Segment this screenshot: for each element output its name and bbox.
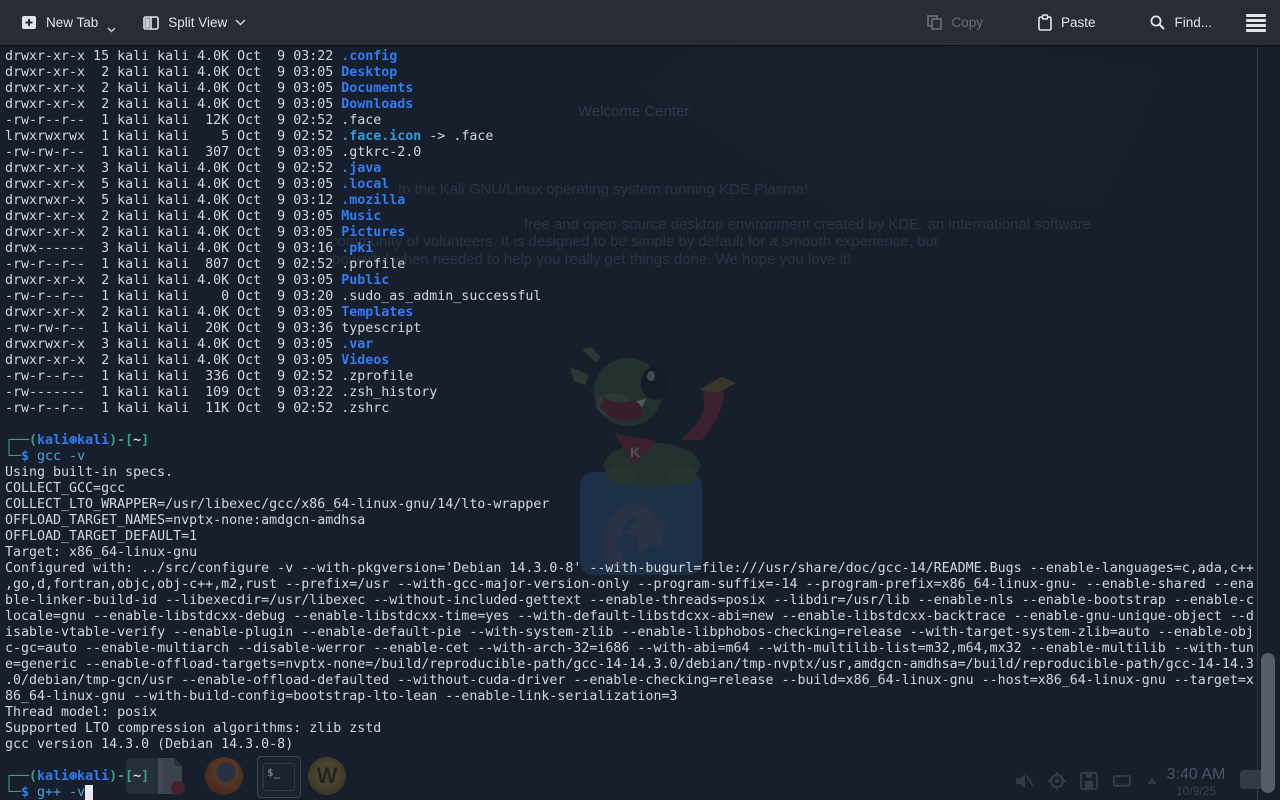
terminal-line: COLLECT_GCC=gcc [5, 481, 126, 496]
terminal-line: -rw-r--r-- 1 kali kali 336 Oct 9 02:52 .… [5, 369, 414, 384]
qterminal-window: New Tab Split View Copy Paste Find... We… [0, 0, 1280, 800]
terminal-line: -rw-r--r-- 1 kali kali 807 Oct 9 02:52 .… [5, 257, 406, 272]
terminal-line: drwxr-xr-x 15 kali kali 4.0K Oct 9 03:22… [5, 49, 398, 64]
terminal-line: -rw-r--r-- 1 kali kali 0 Oct 9 03:20 .su… [5, 289, 542, 304]
split-view-button[interactable]: Split View [136, 8, 252, 38]
terminal-line: Target: x86_64-linux-gnu [5, 545, 198, 560]
terminal-line: drwxr-xr-x 2 kali kali 4.0K Oct 9 03:05 … [5, 225, 406, 240]
terminal-line: drwx------ 3 kali kali 4.0K Oct 9 03:16 … [5, 241, 374, 256]
new-tab-label: New Tab [46, 15, 99, 30]
scrollbar-track[interactable] [1257, 47, 1280, 800]
terminal-line: drwxr-xr-x 2 kali kali 4.0K Oct 9 03:05 … [5, 273, 390, 288]
terminal-line: -rw-rw-r-- 1 kali kali 20K Oct 9 03:36 t… [5, 321, 422, 336]
terminal-line: -rw-rw-r-- 1 kali kali 307 Oct 9 03:05 .… [5, 145, 422, 160]
terminal-line: └─$ gcc -v [5, 449, 86, 464]
find-button[interactable]: Find... [1143, 8, 1218, 37]
terminal-line: ┌──(kali⊛kali)-[~] [5, 433, 150, 448]
new-tab-dropdown-chevron-icon[interactable] [107, 27, 116, 33]
terminal-line: 86_64-linux-gnu --with-build-config=boot… [5, 689, 678, 704]
find-label: Find... [1174, 15, 1212, 30]
copy-icon [927, 15, 943, 30]
terminal-line: e=generic --enable-offload-targets=nvptx… [5, 657, 1254, 672]
terminal-line: ble-linker-build-id --libexecdir=/usr/li… [5, 593, 1254, 608]
split-view-icon [143, 15, 160, 30]
terminal-line: -rw------- 1 kali kali 109 Oct 9 03:22 .… [5, 385, 438, 400]
terminal-line: OFFLOAD_TARGET_DEFAULT=1 [5, 529, 198, 544]
terminal-line: drwxr-xr-x 2 kali kali 4.0K Oct 9 03:05 … [5, 81, 414, 96]
terminal-line: -rw-r--r-- 1 kali kali 12K Oct 9 02:52 .… [5, 113, 382, 128]
paste-label: Paste [1060, 15, 1096, 30]
terminal-line: Using built-in specs. [5, 465, 174, 480]
menu-hamburger-icon[interactable] [1246, 13, 1266, 32]
paste-button[interactable]: Paste [1031, 8, 1102, 38]
terminal-line: drwxr-xr-x 2 kali kali 4.0K Oct 9 03:05 … [5, 305, 414, 320]
terminal-line: drwxr-xr-x 5 kali kali 4.0K Oct 9 03:05 … [5, 177, 390, 192]
split-view-label: Split View [168, 15, 228, 30]
terminal-line: gcc version 14.3.0 (Debian 14.3.0-8) [5, 737, 294, 752]
terminal-line: ,go,d,fortran,objc,obj-c++,m2,rust --pre… [5, 577, 1254, 592]
terminal-line: drwxrwxr-x 5 kali kali 4.0K Oct 9 03:12 … [5, 193, 406, 208]
terminal-line: -rw-r--r-- 1 kali kali 11K Oct 9 02:52 .… [5, 401, 390, 416]
search-icon [1150, 15, 1166, 30]
scrollbar-thumb[interactable] [1261, 653, 1275, 793]
new-tab-button[interactable]: New Tab [14, 8, 122, 38]
terminal-output: drwxr-xr-x 15 kali kali 4.0K Oct 9 03:22… [5, 49, 1254, 800]
new-tab-icon [22, 15, 36, 29]
copy-button[interactable]: Copy [920, 8, 989, 37]
split-view-chevron-icon[interactable] [235, 19, 246, 26]
terminal-line: COLLECT_LTO_WRAPPER=/usr/libexec/gcc/x86… [5, 497, 550, 512]
terminal-line: └─$ g++ -v [5, 785, 1254, 800]
terminal-line: drwxr-xr-x 2 kali kali 4.0K Oct 9 03:05 … [5, 209, 382, 224]
paste-icon [1038, 13, 1052, 31]
terminal-line: locale=gnu --enable-libstdcxx-debug --en… [5, 609, 1254, 624]
terminal-line: drwxr-xr-x 3 kali kali 4.0K Oct 9 02:52 … [5, 161, 382, 176]
terminal-line: Configured with: ../src/configure -v --w… [5, 561, 1254, 576]
terminal-line: .0/debian/tmp-gcn/usr --enable-offload-d… [5, 673, 1254, 688]
terminal-line: c-gc=auto --enable-multiarch --disable-w… [5, 641, 1254, 656]
terminal-line: drwxrwxr-x 3 kali kali 4.0K Oct 9 03:05 … [5, 337, 374, 352]
terminal-line: isable-vtable-verify --enable-plugin --e… [5, 625, 1254, 640]
terminal-line: Thread model: posix [5, 705, 158, 720]
terminal-line: drwxr-xr-x 2 kali kali 4.0K Oct 9 03:05 … [5, 65, 398, 80]
terminal-toolbar: New Tab Split View Copy Paste Find... [0, 0, 1280, 46]
terminal-viewport[interactable]: Welcome Center to the Kali GNU/Linux ope… [0, 47, 1280, 800]
terminal-line: drwxr-xr-x 2 kali kali 4.0K Oct 9 03:05 … [5, 353, 390, 368]
terminal-line: ┌──(kali⊛kali)-[~] [5, 769, 150, 784]
terminal-line: drwxr-xr-x 2 kali kali 4.0K Oct 9 03:05 … [5, 97, 414, 112]
terminal-line: Supported LTO compression algorithms: zl… [5, 721, 382, 736]
terminal-line: lrwxrwxrwx 1 kali kali 5 Oct 9 02:52 .fa… [5, 129, 494, 144]
terminal-line: OFFLOAD_TARGET_NAMES=nvptx-none:amdgcn-a… [5, 513, 366, 528]
copy-label: Copy [951, 15, 983, 30]
